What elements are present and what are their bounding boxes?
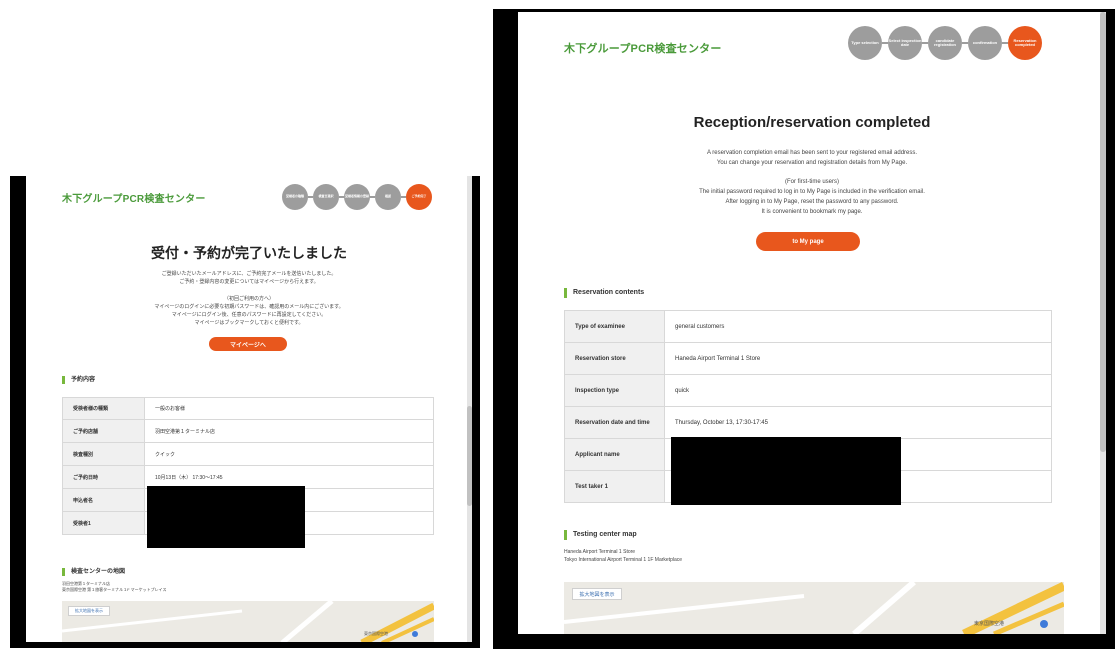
progress-steps: 受検者の種類 検査日選択 受検者情報の登録 確認 ご予約完了 — [282, 184, 432, 210]
step-type: Type selection — [848, 26, 882, 60]
row-label: Applicant name — [564, 438, 665, 471]
progress-steps: Type selection Select inspection date ca… — [848, 26, 1042, 60]
page-title: 受付・予約が完了いたしました — [151, 245, 347, 261]
expand-map-button[interactable]: 拡大地図を表示 — [68, 606, 110, 616]
message-line: After logging in to My Page, reset the p… — [725, 199, 899, 205]
first-time-message: （初回ご利用の方へ） マイページのログインに必要な初期パスワードは、確認用のメー… — [26, 295, 472, 327]
row-value: general customers — [664, 310, 1052, 343]
message-line: A reservation completion email has been … — [706, 150, 918, 156]
scrollbar-thumb[interactable] — [1100, 12, 1106, 452]
row-label: Reservation date and time — [564, 406, 665, 439]
row-value: クイック — [144, 442, 434, 466]
step-date: 検査日選択 — [313, 184, 339, 210]
message-line: (For first-time users) — [785, 179, 839, 185]
table-row: ご予約店舗 羽田空港第１ターミナル店 — [62, 419, 434, 443]
table-row: Reservation store Haneda Airport Terminal… — [564, 342, 1052, 375]
section-title-map: Testing center map — [564, 530, 637, 540]
row-value: Thursday, October 13, 17:30-17:45 — [664, 406, 1052, 439]
message-line: ご登録いただいたメールアドレスに、ご予約完了メールを送信いたしました。 — [161, 271, 337, 277]
step-registration: candidate registration — [928, 26, 962, 60]
row-label: 申込者名 — [62, 488, 145, 512]
step-registration: 受検者情報の登録 — [344, 184, 370, 210]
message-line: マイページはブックマークしておくと便利です。 — [194, 320, 304, 326]
step-confirmation: 確認 — [375, 184, 401, 210]
row-label: Reservation store — [564, 342, 665, 375]
message-line: It is convenient to bookmark my page. — [761, 209, 863, 215]
table-row: Inspection type quick — [564, 374, 1052, 407]
expand-map-button[interactable]: 拡大地図を表示 — [572, 588, 622, 600]
address-line: Haneda Airport Terminal 1 Store — [564, 549, 636, 555]
map-embed[interactable]: 拡大地図を表示 東京国際空港 — [564, 582, 1064, 634]
step-completed: Reservation completed — [1008, 26, 1042, 60]
message-line: You can change your reservation and regi… — [716, 160, 908, 166]
message-line: ご予約・登録内容の変更についてはマイページから行えます。 — [179, 279, 319, 285]
completion-message: A reservation completion email has been … — [518, 148, 1106, 168]
redacted-name-block — [147, 486, 305, 548]
table-row: Type of examinee general customers — [564, 310, 1052, 343]
section-title-reservation: 予約内容 — [62, 376, 95, 384]
table-row: Reservation date and time Thursday, Octob… — [564, 406, 1052, 439]
message-line: The initial password required to log in … — [699, 189, 925, 195]
map-place-label: 東京国際空港 — [974, 621, 1005, 627]
my-page-button[interactable]: to My page — [756, 232, 860, 251]
row-label: Test taker 1 — [564, 470, 665, 503]
first-time-message: (For first-time users) The initial passw… — [518, 177, 1106, 217]
left-page: 木下グループPCR検査センター 受検者の種類 検査日選択 受検者情報の登録 確認… — [26, 176, 472, 642]
map-embed[interactable]: 拡大地図を表示 東京国際空港 — [62, 601, 434, 642]
store-address: 羽田空港第１ターミナル店 東京国際空港 第１旅客ターミナル１F マーケットプレイ… — [62, 581, 167, 593]
section-title-map: 検査センターの地図 — [62, 568, 125, 576]
site-logo[interactable]: 木下グループPCR検査センター — [564, 40, 722, 56]
step-date: Select inspection date — [888, 26, 922, 60]
right-page: 木下グループPCR検査センター Type selection Select in… — [518, 12, 1106, 634]
step-confirmation: confirmation — [968, 26, 1002, 60]
address-line: 東京国際空港 第１旅客ターミナル１F マーケットプレイス — [62, 587, 167, 592]
store-address: Haneda Airport Terminal 1 Store Tokyo In… — [564, 548, 682, 564]
redacted-name-block — [671, 437, 901, 505]
my-page-button[interactable]: マイページへ — [209, 337, 287, 351]
row-value: Haneda Airport Terminal 1 Store — [664, 342, 1052, 375]
table-row: 検査種別 クイック — [62, 442, 434, 466]
map-place-label: 東京国際空港 — [364, 631, 388, 636]
table-row: 受検者様の種類 一般のお客様 — [62, 397, 434, 420]
row-label: ご予約店舗 — [62, 419, 145, 443]
address-line: Tokyo International Airport Terminal 1 1… — [564, 557, 683, 563]
row-value: 一般のお客様 — [144, 397, 434, 420]
row-label: 受検者様の種類 — [62, 397, 145, 420]
message-line: マイページのログインに必要な初期パスワードは、確認用のメール内にございます。 — [154, 304, 344, 310]
row-label: 受検者1 — [62, 511, 145, 535]
row-value: quick — [664, 374, 1052, 407]
row-label: Type of examinee — [564, 310, 665, 343]
map-pin-icon — [1040, 620, 1048, 628]
section-title-reservation: Reservation contents — [564, 288, 644, 298]
row-label: ご予約日時 — [62, 465, 145, 489]
message-line: マイページにログイン後、任意のパスワードに再設定してください。 — [171, 312, 327, 318]
scrollbar-thumb[interactable] — [467, 406, 472, 506]
step-type: 受検者の種類 — [282, 184, 308, 210]
site-logo[interactable]: 木下グループPCR検査センター — [62, 190, 206, 205]
message-line: （初回ご利用の方へ） — [223, 296, 274, 302]
page-title: Reception/reservation completed — [693, 114, 931, 131]
row-value: 羽田空港第１ターミナル店 — [144, 419, 434, 443]
row-label: 検査種別 — [62, 442, 145, 466]
map-pin-icon — [412, 631, 418, 637]
row-label: Inspection type — [564, 374, 665, 407]
step-completed: ご予約完了 — [406, 184, 432, 210]
completion-message: ご登録いただいたメールアドレスに、ご予約完了メールを送信いたしました。 ご予約・… — [26, 270, 472, 286]
